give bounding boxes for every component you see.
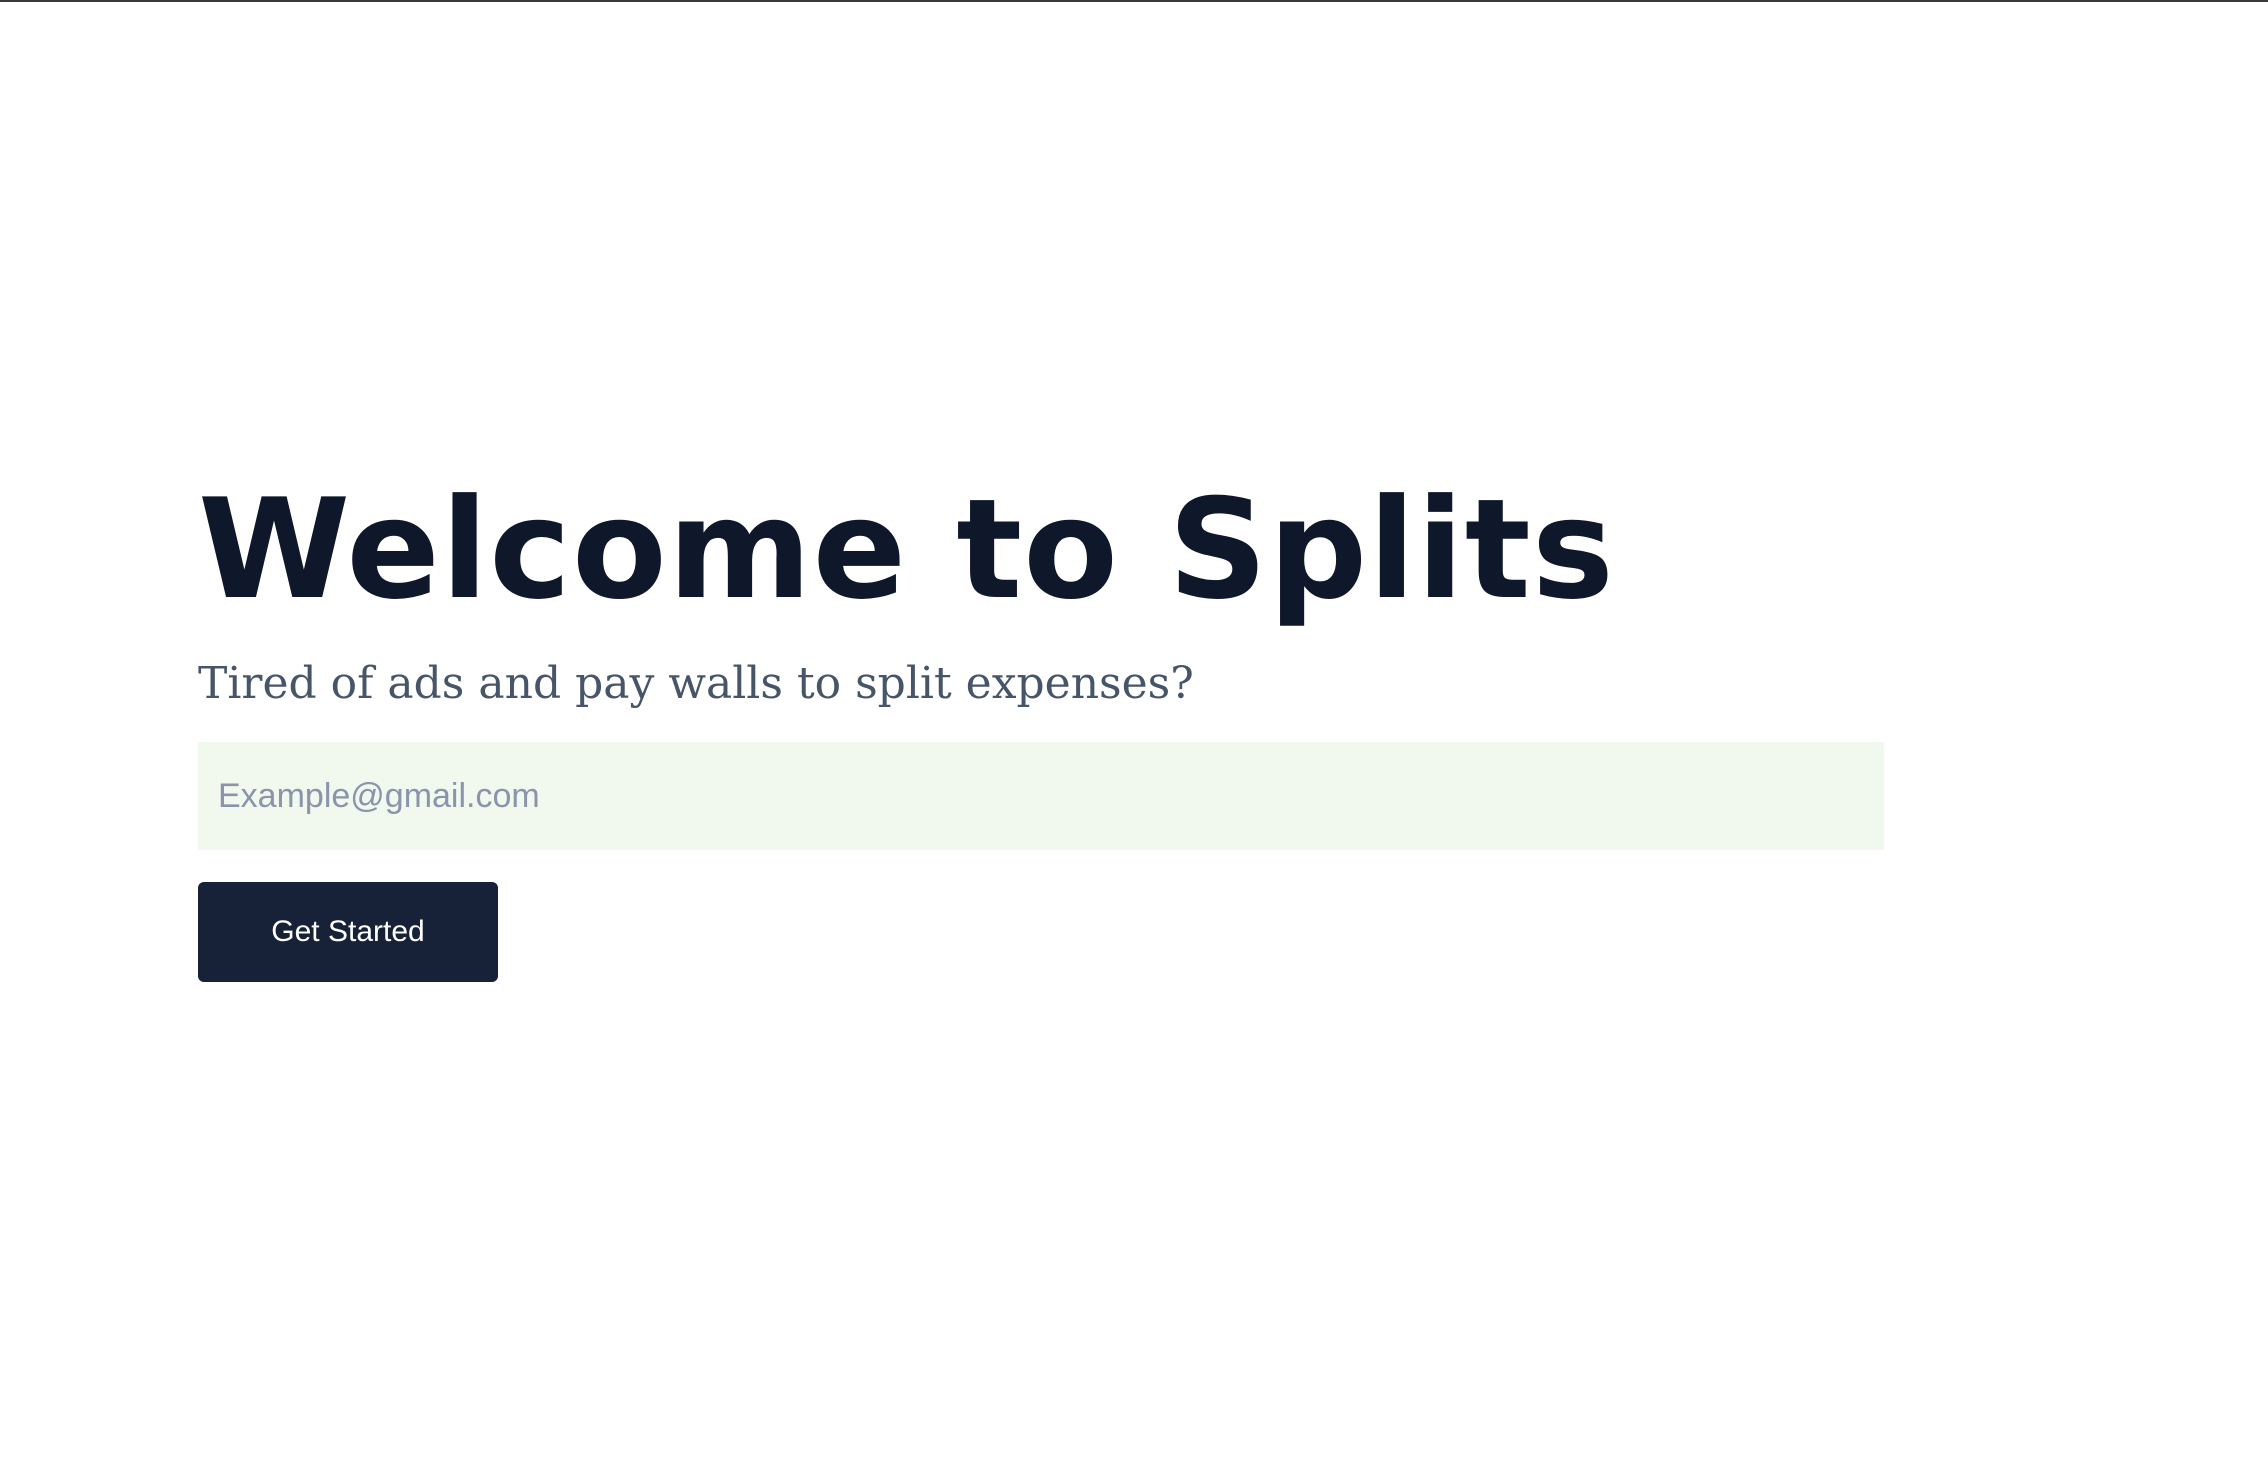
email-input[interactable]: [198, 742, 1884, 850]
page-subtitle: Tired of ads and pay walls to split expe…: [198, 658, 1194, 709]
page-title: Welcome to Splits: [198, 469, 1615, 630]
get-started-button[interactable]: Get Started: [198, 882, 498, 982]
top-border: [0, 0, 2268, 2]
hero-section: Welcome to Splits Tired of ads and pay w…: [198, 469, 1884, 982]
